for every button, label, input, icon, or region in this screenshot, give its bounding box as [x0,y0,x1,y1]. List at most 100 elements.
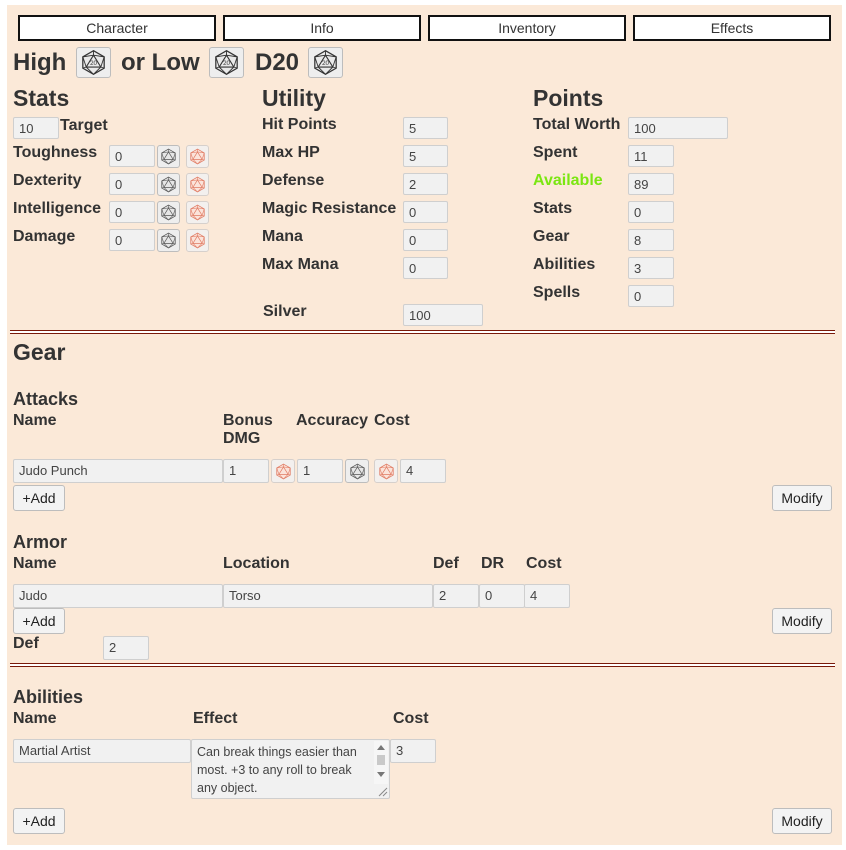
attacks-header-accuracy: Accuracy [296,412,369,429]
die-face-number: 20 [322,60,329,67]
attack-damage-roll-button[interactable] [271,459,295,483]
d20-die-faded-icon [189,232,206,249]
stat-toughness-roll-button[interactable] [157,145,180,168]
utility-mana-input[interactable]: 0 [403,229,448,251]
d20-die-faded-icon [378,463,395,480]
utility-hit-points-input[interactable]: 5 [403,117,448,139]
armor-def-total-input[interactable]: 2 [103,636,149,660]
stat-toughness-roll-alt-button[interactable] [186,145,209,168]
utility-magic-resistance-input[interactable]: 0 [403,201,448,223]
target-label: Target [60,117,108,134]
tab-info[interactable]: Info [223,15,421,41]
armor-dr-input[interactable]: 0 [479,584,525,608]
stat-intelligence-roll-alt-button[interactable] [186,201,209,224]
utility-mana-label: Mana [262,228,303,245]
abilities-modify-button[interactable]: Modify [772,808,832,834]
die-face-number: 20 [223,60,230,67]
d20-die-icon [160,176,177,193]
ability-effect-scrollbar[interactable] [374,741,388,784]
d20-die-faded-icon [275,463,292,480]
armor-def-total-label: Def [13,635,39,652]
resize-grip-icon[interactable] [376,785,388,797]
points-available-label: Available [533,172,603,189]
stat-dexterity-roll-alt-button[interactable] [186,173,209,196]
ability-effect-textarea[interactable]: Can break things easier than most. +3 to… [191,739,390,799]
stats-title: Stats [13,85,70,111]
section-divider [10,330,835,334]
d20-die-faded-icon [189,148,206,165]
ability-cost-input[interactable]: 3 [390,739,436,763]
points-available-input[interactable]: 89 [628,173,674,195]
stat-dexterity-roll-button[interactable] [157,173,180,196]
armor-def-input[interactable]: 2 [433,584,479,608]
roll-d20-die-button[interactable]: 20 [308,47,343,78]
roll-high-die-button[interactable]: 20 [76,47,111,78]
roll-low-die-button[interactable]: 20 [209,47,244,78]
gear-title: Gear [13,339,66,365]
attack-name-input[interactable]: Judo Punch [13,459,223,483]
d20-die-icon [160,232,177,249]
stat-damage-roll-button[interactable] [157,229,180,252]
stat-intelligence-input[interactable]: 0 [109,201,155,223]
stat-damage-roll-alt-button[interactable] [186,229,209,252]
silver-label: Silver [263,303,307,320]
utility-max-mana-label: Max Mana [262,256,339,273]
d20-die-faded-icon [189,204,206,221]
points-title: Points [533,85,604,111]
d20-die-icon: 20 [80,49,107,76]
section-divider [10,663,835,667]
utility-defense-input[interactable]: 2 [403,173,448,195]
armor-cost-input[interactable]: 4 [524,584,570,608]
stat-dexterity-input[interactable]: 0 [109,173,155,195]
attack-cost-input[interactable]: 4 [400,459,446,483]
utility-defense-label: Defense [262,172,325,189]
attack-bonus-dmg-input[interactable]: 1 [223,459,269,483]
target-input[interactable]: 10 [13,117,59,139]
points-spent-input[interactable]: 11 [628,145,674,167]
d20-die-icon: 20 [213,49,240,76]
stat-intelligence-label: Intelligence [13,200,102,217]
armor-add-button[interactable]: +Add [13,608,65,634]
attacks-modify-button[interactable]: Modify [772,485,832,511]
points-spells-input[interactable]: 0 [628,285,674,307]
armor-header-dr: DR [481,555,505,572]
points-gear-input[interactable]: 8 [628,229,674,251]
d20-die-icon [160,204,177,221]
tab-inventory[interactable]: Inventory [428,15,626,41]
attack-accuracy-roll-alt-button[interactable] [374,459,398,483]
utility-magic-resistance-label: Magic Resistance [262,200,397,217]
roll-high-label: High [13,49,67,76]
points-spent-label: Spent [533,144,578,161]
d20-die-icon [349,463,366,480]
attack-accuracy-roll-button[interactable] [345,459,369,483]
stat-damage-input[interactable]: 0 [109,229,155,251]
points-total-worth-input[interactable]: 100 [628,117,728,139]
armor-header-cost: Cost [526,555,562,572]
attack-accuracy-input[interactable]: 1 [297,459,343,483]
silver-input[interactable]: 100 [403,304,483,326]
tab-effects[interactable]: Effects [633,15,831,41]
attacks-header-cost: Cost [374,412,410,429]
utility-max-hp-input[interactable]: 5 [403,145,448,167]
armor-header-def: Def [433,555,459,572]
points-abilities-label: Abilities [533,256,596,273]
points-abilities-input[interactable]: 3 [628,257,674,279]
points-spells-label: Spells [533,284,581,301]
abilities-header-name: Name [13,710,57,727]
armor-modify-button[interactable]: Modify [772,608,832,634]
stat-intelligence-roll-button[interactable] [157,201,180,224]
tab-character[interactable]: Character [18,15,216,41]
d20-die-icon: 20 [312,49,339,76]
points-stats-input[interactable]: 0 [628,201,674,223]
utility-max-mana-input[interactable]: 0 [403,257,448,279]
armor-name-input[interactable]: Judo [13,584,223,608]
armor-location-input[interactable]: Torso [223,584,433,608]
ability-effect-text: Can break things easier than most. +3 to… [197,745,357,795]
attacks-add-button[interactable]: +Add [13,485,65,511]
utility-hit-points-label: Hit Points [262,116,337,133]
ability-name-input[interactable]: Martial Artist [13,739,191,763]
stat-toughness-input[interactable]: 0 [109,145,155,167]
abilities-add-button[interactable]: +Add [13,808,65,834]
utility-max-hp-label: Max HP [262,144,320,161]
points-total-worth-label: Total Worth [533,116,621,133]
